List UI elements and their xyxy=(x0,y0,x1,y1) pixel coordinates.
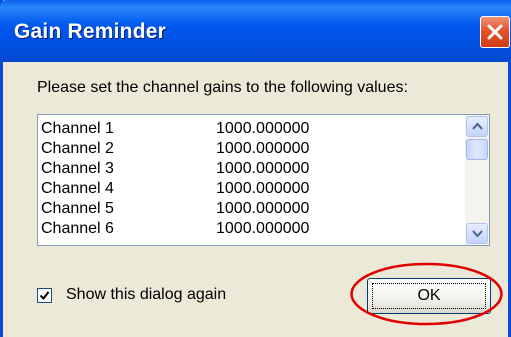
channel-name: Channel 6 xyxy=(41,220,114,237)
scroll-down-button[interactable] xyxy=(466,223,488,244)
list-scrollbar[interactable] xyxy=(465,115,489,245)
channel-name: Channel 4 xyxy=(41,180,114,197)
channel-gain-value: 1000.000000 xyxy=(216,200,310,217)
list-item[interactable]: Channel 1 1000.000000 xyxy=(41,119,451,139)
chevron-up-icon xyxy=(472,122,483,130)
channel-gain-value: 1000.000000 xyxy=(216,120,310,137)
scroll-up-button[interactable] xyxy=(466,116,488,137)
list-item[interactable]: Channel 5 1000.000000 xyxy=(41,199,451,219)
channel-gain-value: 1000.000000 xyxy=(216,220,310,237)
chevron-down-icon xyxy=(472,230,483,238)
list-item[interactable]: Channel 4 1000.000000 xyxy=(41,179,451,199)
close-button[interactable] xyxy=(480,16,510,48)
focus-rectangle xyxy=(372,283,486,309)
title-bar[interactable]: Gain Reminder xyxy=(0,0,511,62)
channel-gain-list[interactable]: Channel 1 1000.000000 Channel 2 1000.000000… xyxy=(37,114,490,246)
list-item[interactable]: Channel 2 1000.000000 xyxy=(41,139,451,159)
show-again-checkbox[interactable] xyxy=(37,288,52,303)
channel-gain-value: 1000.000000 xyxy=(216,180,310,197)
gain-reminder-dialog: Gain Reminder Please set the channel gai… xyxy=(0,0,511,337)
channel-gain-rows: Channel 1 1000.000000 Channel 2 1000.000000… xyxy=(41,119,451,239)
window-title: Gain Reminder xyxy=(14,20,166,43)
list-item[interactable]: Channel 6 1000.000000 xyxy=(41,219,451,239)
list-item[interactable]: Channel 3 1000.000000 xyxy=(41,159,451,179)
channel-name: Channel 2 xyxy=(41,140,114,157)
show-again-label[interactable]: Show this dialog again xyxy=(66,286,226,304)
channel-gain-value: 1000.000000 xyxy=(216,160,310,177)
channel-name: Channel 1 xyxy=(41,120,114,137)
scroll-thumb[interactable] xyxy=(466,139,488,160)
channel-gain-value: 1000.000000 xyxy=(216,140,310,157)
channel-name: Channel 5 xyxy=(41,200,114,217)
ok-button[interactable]: OK xyxy=(367,278,491,314)
close-icon xyxy=(487,24,503,40)
instruction-text: Please set the channel gains to the foll… xyxy=(37,79,408,96)
checkmark-icon xyxy=(39,291,50,301)
channel-name: Channel 3 xyxy=(41,160,114,177)
